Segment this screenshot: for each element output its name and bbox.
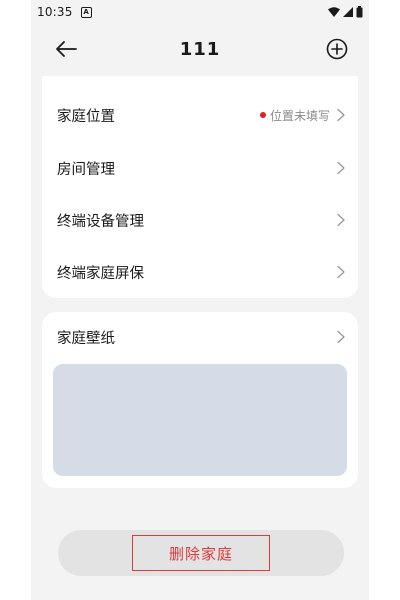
status-icons [328,6,363,18]
settings-row-screensaver[interactable]: 终端家庭屏保 [42,252,358,292]
status-bar: 10:35 A [31,0,369,24]
battery-icon [356,6,363,18]
plus-circle-icon [326,38,348,60]
settings-row-device-management[interactable]: 终端设备管理 [42,200,358,240]
wallpaper-card: 家庭壁纸 [42,312,358,488]
wifi-icon [328,7,340,17]
header: 111 [31,28,369,70]
status-time: 10:35 [37,5,73,19]
back-button[interactable] [53,37,79,61]
screen: 10:35 A 111 家庭位置 位置未填写 房间管理 终端设备管理 终端家庭屏… [31,0,369,600]
row-label: 终端家庭屏保 [57,265,144,282]
row-right [336,265,346,279]
wallpaper-row[interactable]: 家庭壁纸 [42,317,358,357]
row-label: 房间管理 [57,161,115,178]
delete-highlight-frame: 删除家庭 [132,535,270,571]
chevron-right-icon [337,213,345,227]
row-right: 位置未填写 [259,107,346,124]
wallpaper-label: 家庭壁纸 [57,330,115,347]
delete-home-button[interactable]: 删除家庭 [58,530,344,576]
row-label: 终端设备管理 [57,213,144,230]
row-right [336,161,346,175]
location-hint: 位置未填写 [259,107,330,124]
wallpaper-preview[interactable] [53,364,347,476]
chevron-right-icon [337,108,345,122]
chevron-right-icon [337,265,345,279]
settings-row-home-location[interactable]: 家庭位置 位置未填写 [42,95,358,135]
page-title: 111 [179,38,221,60]
row-label: 家庭位置 [57,108,115,125]
delete-home-label: 删除家庭 [168,544,233,563]
location-hint-text: 位置未填写 [269,108,330,123]
red-dot-indicator [259,112,266,118]
a-box-icon: A [80,6,92,18]
arrow-left-icon [56,41,77,57]
settings-row-room-management[interactable]: 房间管理 [42,148,358,188]
row-right [336,330,346,344]
row-right [336,213,346,227]
chevron-right-icon [337,161,345,175]
cellular-signal-icon [343,7,353,17]
settings-card: 家庭位置 位置未填写 房间管理 终端设备管理 终端家庭屏保 [42,76,358,298]
add-button[interactable] [325,37,349,61]
chevron-right-icon [337,330,345,344]
